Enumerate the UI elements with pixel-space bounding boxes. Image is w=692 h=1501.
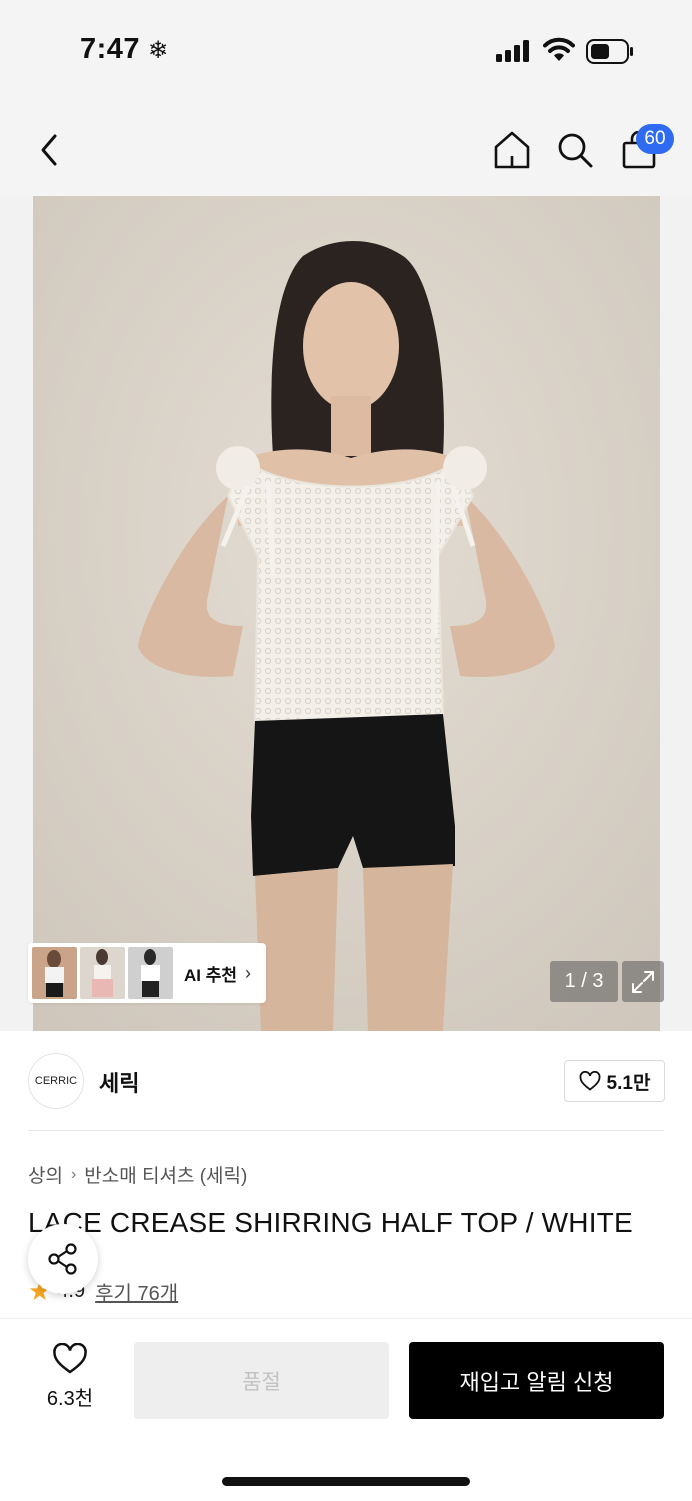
ai-recommendation-label: AI 추천 (184, 965, 238, 985)
heart-icon (53, 1342, 87, 1374)
heart-icon (579, 1071, 600, 1091)
image-pager: 1 / 3 (550, 961, 618, 1002)
sold-out-button: 품절 (134, 1342, 389, 1419)
product-title: LACE CREASE SHIRRING HALF TOP / WHITE (28, 1207, 633, 1238)
breadcrumb: 상의 › 반소매 티셔츠 (세릭) (28, 1161, 247, 1188)
battery-icon (586, 39, 633, 64)
reviews-link[interactable]: 후기 76개 (95, 1277, 178, 1306)
wishlist-count: 6.3천 (46, 1388, 94, 1410)
bottom-action-bar: 6.3천 품절 재입고 알림 신청 (0, 1318, 692, 1501)
expand-icon (632, 970, 654, 993)
brand-like-count: 5.1만 (606, 1072, 651, 1094)
status-bar: 7:47 ❄ (0, 0, 692, 100)
chevron-right-icon: › (245, 962, 252, 983)
share-button[interactable] (28, 1224, 98, 1294)
brand-like-button[interactable]: 5.1만 (564, 1060, 665, 1102)
ai-recommendation-chip[interactable]: AI 추천 › (28, 943, 266, 1003)
search-icon (558, 133, 593, 168)
chevron-left-icon (41, 134, 57, 166)
home-indicator (222, 1477, 470, 1486)
recommendation-thumbnail (32, 947, 77, 999)
brand-logo[interactable]: CERRIC (28, 1053, 84, 1109)
expand-button[interactable] (622, 961, 664, 1002)
status-time: 7:47 (80, 33, 141, 65)
search-button[interactable] (553, 128, 597, 172)
product-gallery[interactable] (0, 196, 692, 1031)
share-icon (48, 1243, 77, 1275)
wifi-icon (543, 37, 575, 61)
wishlist-button[interactable]: 6.3천 (30, 1342, 110, 1413)
nav-bar (0, 110, 692, 190)
brand-row: CERRIC 세릭 5.1만 (0, 1031, 692, 1131)
breadcrumb-subcategory[interactable]: 반소매 티셔츠 (세릭) (84, 1161, 247, 1188)
recommendation-thumbnail (128, 947, 173, 999)
divider (28, 1130, 664, 1131)
product-photo[interactable] (33, 196, 660, 1031)
brand-name[interactable]: 세릭 (99, 1066, 139, 1098)
cart-count-badge: 60 (636, 124, 674, 154)
back-button[interactable] (28, 128, 72, 172)
snowflake-icon: ❄ (148, 37, 169, 64)
home-icon (494, 131, 530, 169)
signal-icon (496, 40, 529, 62)
chevron-right-icon: › (70, 1165, 77, 1183)
restock-alert-button[interactable]: 재입고 알림 신청 (409, 1342, 664, 1419)
breadcrumb-category[interactable]: 상의 (28, 1161, 63, 1188)
recommendation-thumbnail (80, 947, 125, 999)
home-button[interactable] (490, 128, 534, 172)
